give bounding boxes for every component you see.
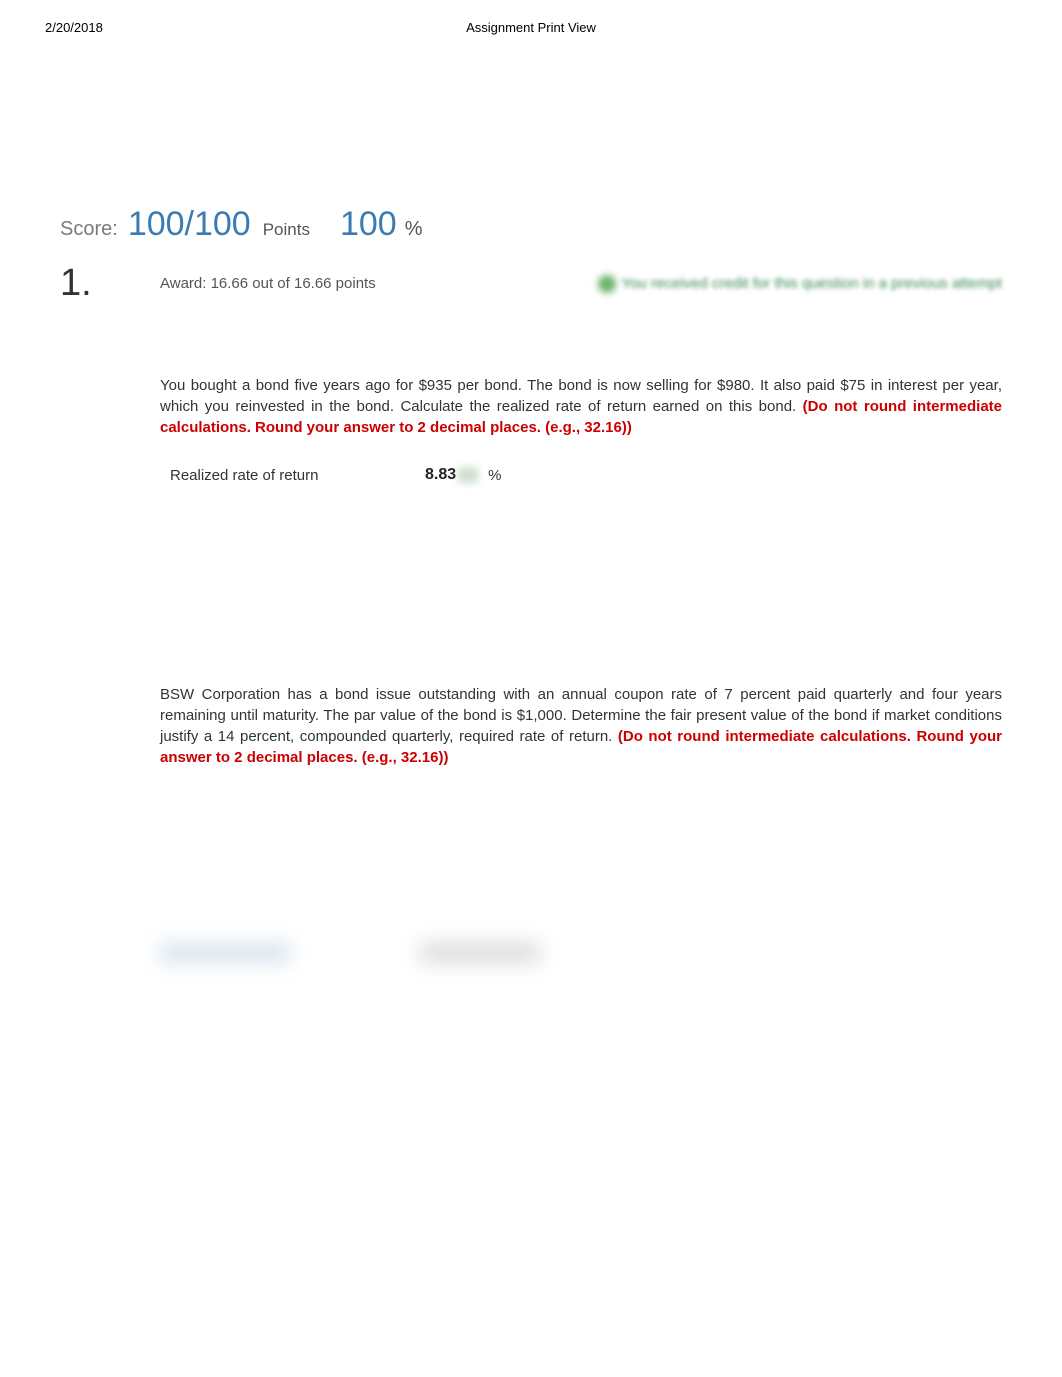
score-row: Score: 100/100 Points 100 % <box>60 205 1002 244</box>
award-text: Award: 16.66 out of 16.66 points <box>160 275 376 292</box>
checkmark-icon <box>598 275 616 293</box>
points-label: Points <box>263 220 310 240</box>
answer-blur-1 <box>458 467 478 483</box>
answer-row-1: Realized rate of return 8.83 % <box>170 466 1002 484</box>
question-text-2: BSW Corporation has a bond issue outstan… <box>160 684 1002 768</box>
percent-value: 100 <box>340 205 397 244</box>
percent-sign: % <box>405 218 423 241</box>
question-number: 1. <box>60 262 160 305</box>
answer-unit-1: % <box>488 467 501 484</box>
answer-label-1: Realized rate of return <box>170 467 425 484</box>
credit-notice-text: You received credit for this question in… <box>622 275 1003 292</box>
question-body-2: BSW Corporation has a bond issue outstan… <box>160 684 1002 768</box>
blur-block-1 <box>160 943 290 963</box>
question-header-row: 1. Award: 16.66 out of 16.66 points You … <box>60 262 1002 305</box>
credit-notice: You received credit for this question in… <box>598 275 1003 293</box>
answer-value-1: 8.83 <box>425 466 456 484</box>
question-body-1: You bought a bond five years ago for $93… <box>160 375 1002 484</box>
score-label: Score: <box>60 218 118 241</box>
header-title: Assignment Print View <box>466 20 596 35</box>
header-date: 2/20/2018 <box>45 20 103 35</box>
blur-row <box>160 943 1002 963</box>
score-fraction: 100/100 <box>128 205 251 244</box>
question-text-1: You bought a bond five years ago for $93… <box>160 375 1002 438</box>
blur-block-2 <box>420 943 540 963</box>
